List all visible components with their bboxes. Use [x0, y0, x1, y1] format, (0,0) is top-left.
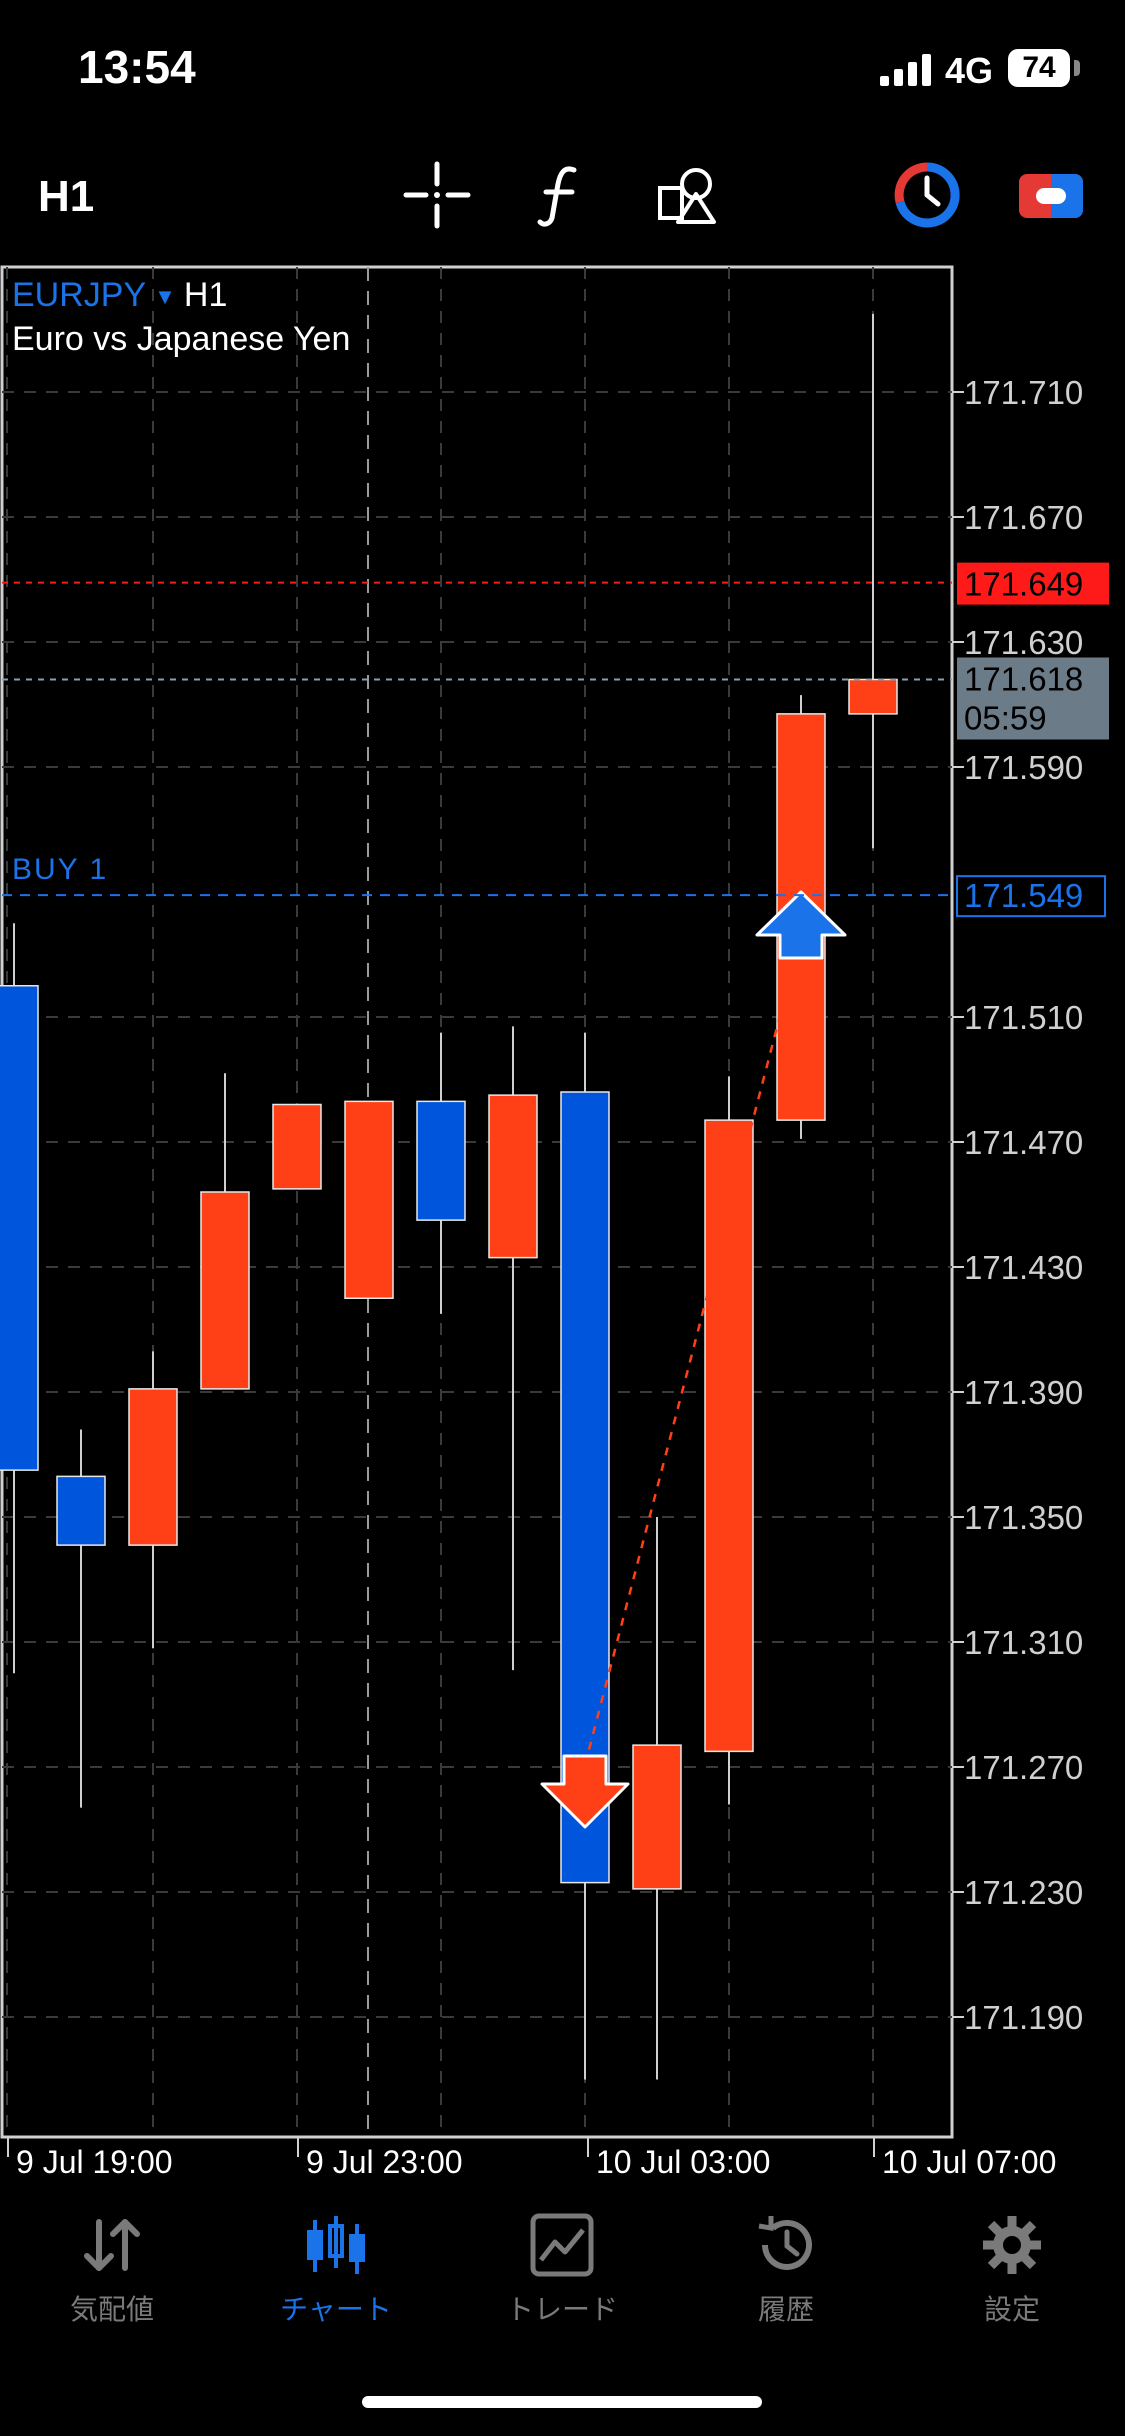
history-icon: [758, 2216, 812, 2270]
tab-label: 履歴: [757, 2294, 814, 2325]
chart-symbol-header[interactable]: EURJPY ▼ H1: [12, 276, 227, 315]
candle-body: [56, 1475, 106, 1546]
time-axis-label: 9 Jul 23:00: [306, 2144, 463, 2180]
time-axis-label: 9 Jul 19:00: [16, 2144, 173, 2180]
price-tick-label: 171.710: [964, 374, 1083, 411]
time-axis-label: 10 Jul 03:00: [596, 2144, 770, 2180]
candle-body: [0, 985, 39, 1471]
trade-icon: [530, 2213, 594, 2277]
chart-timeframe: H1: [183, 276, 228, 314]
tab-label: 気配値: [69, 2294, 154, 2325]
trade-connector-line: [583, 934, 803, 1766]
symbol-description: Euro vs Japanese Yen: [12, 320, 351, 358]
chart-icon: [307, 2216, 365, 2274]
tab-settings[interactable]: 設定: [922, 2210, 1102, 2350]
price-tick-label: 171.510: [964, 999, 1083, 1036]
candle-body: [704, 1119, 754, 1753]
price-tick-label: 171.470: [964, 1124, 1083, 1161]
candle-body: [128, 1388, 178, 1546]
tab-label: チャート: [280, 2294, 392, 2325]
ask-price-label: 171.649: [964, 566, 1083, 603]
candle-body: [848, 678, 898, 715]
candle-body: [488, 1094, 538, 1259]
tab-history[interactable]: 履歴: [696, 2210, 876, 2350]
chart-frame: [0, 265, 954, 2139]
price-tick-label: 171.430: [964, 1249, 1083, 1286]
price-tick-label: 171.350: [964, 1499, 1083, 1536]
price-tick-label: 171.670: [964, 499, 1083, 536]
price-tick-label: 171.590: [964, 749, 1083, 786]
tab-label: トレード: [505, 2294, 618, 2325]
price-tick-label: 171.190: [964, 1999, 1083, 2036]
candle-body: [416, 1100, 466, 1221]
tab-trade[interactable]: トレード: [472, 2210, 652, 2350]
settings-icon: [983, 2216, 1041, 2274]
symbol-name[interactable]: EURJPY: [12, 276, 146, 314]
bar-countdown-label: 05:59: [964, 700, 1047, 737]
price-tick-label: 171.390: [964, 1374, 1083, 1411]
candle-body: [272, 1103, 322, 1190]
candle-body: [632, 1744, 682, 1890]
quotes-icon: [84, 2219, 140, 2271]
bottom-tab-bar: 気配値 チャート トレード 履歴 設定: [0, 2210, 1125, 2350]
dropdown-arrow-icon[interactable]: ▼: [154, 284, 176, 309]
price-tick-label: 171.270: [964, 1749, 1083, 1786]
tab-label: 設定: [983, 2294, 1040, 2325]
position-price-label: 171.549: [964, 877, 1083, 914]
tab-quotes[interactable]: 気配値: [22, 2210, 202, 2350]
price-chart[interactable]: 171.710 171.670 171.630 171.590 171.510 171.4…: [0, 0, 1125, 2200]
buy-arrow-icon: [755, 890, 847, 960]
tab-chart[interactable]: チャート: [246, 2210, 426, 2350]
price-tick-label: 171.630: [964, 624, 1083, 661]
position-label[interactable]: BUY 1: [12, 853, 108, 887]
home-indicator: [362, 2396, 762, 2408]
bid-price-label: 171.618: [964, 661, 1083, 698]
time-axis-label: 10 Jul 07:00: [882, 2144, 1056, 2180]
candle-body: [200, 1191, 250, 1390]
candle-body: [344, 1100, 394, 1299]
price-tick-label: 171.310: [964, 1624, 1083, 1661]
price-tick-label: 171.230: [964, 1874, 1083, 1911]
